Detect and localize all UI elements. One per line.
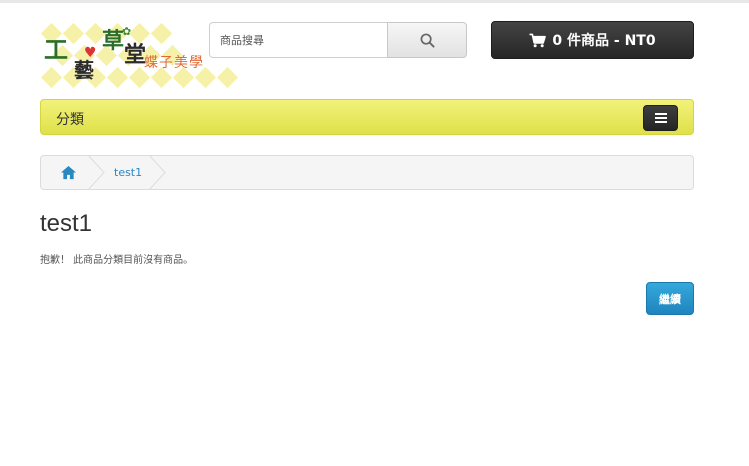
hamburger-menu-icon	[654, 113, 667, 123]
logo-char-2: 藝	[74, 58, 94, 82]
cart-button[interactable]: 0 件商品 - NT0	[491, 21, 694, 59]
top-border	[0, 0, 749, 3]
home-icon	[61, 165, 76, 180]
breadcrumb-item-test1[interactable]: test1	[114, 166, 142, 179]
category-nav: 分類	[40, 99, 694, 135]
search-input[interactable]	[209, 22, 388, 58]
cart-label: 0 件商品 - NT0	[552, 33, 656, 49]
logo-char-4: 堂	[124, 42, 147, 68]
breadcrumb: test1	[40, 155, 694, 190]
page-title: test1	[40, 210, 93, 237]
continue-button[interactable]: 繼續	[646, 282, 694, 315]
logo-subtitle: 蝶子美學	[144, 55, 204, 71]
shopping-cart-icon	[529, 33, 547, 47]
search-bar	[209, 22, 467, 58]
store-logo[interactable]: 工 ♥ 藝 ✿ 草 堂 蝶子美學	[40, 20, 239, 90]
search-button[interactable]	[387, 22, 467, 58]
breadcrumb-separator	[88, 156, 105, 189]
logo-char-1: 工	[44, 35, 68, 64]
menu-toggle-button[interactable]	[643, 105, 678, 131]
search-icon	[420, 33, 435, 48]
breadcrumb-separator	[149, 156, 166, 189]
logo-char-3: 草	[102, 28, 125, 54]
empty-category-message: 抱歉！ 此商品分類目前沒有商品。	[40, 255, 194, 266]
category-label[interactable]: 分類	[56, 109, 84, 129]
